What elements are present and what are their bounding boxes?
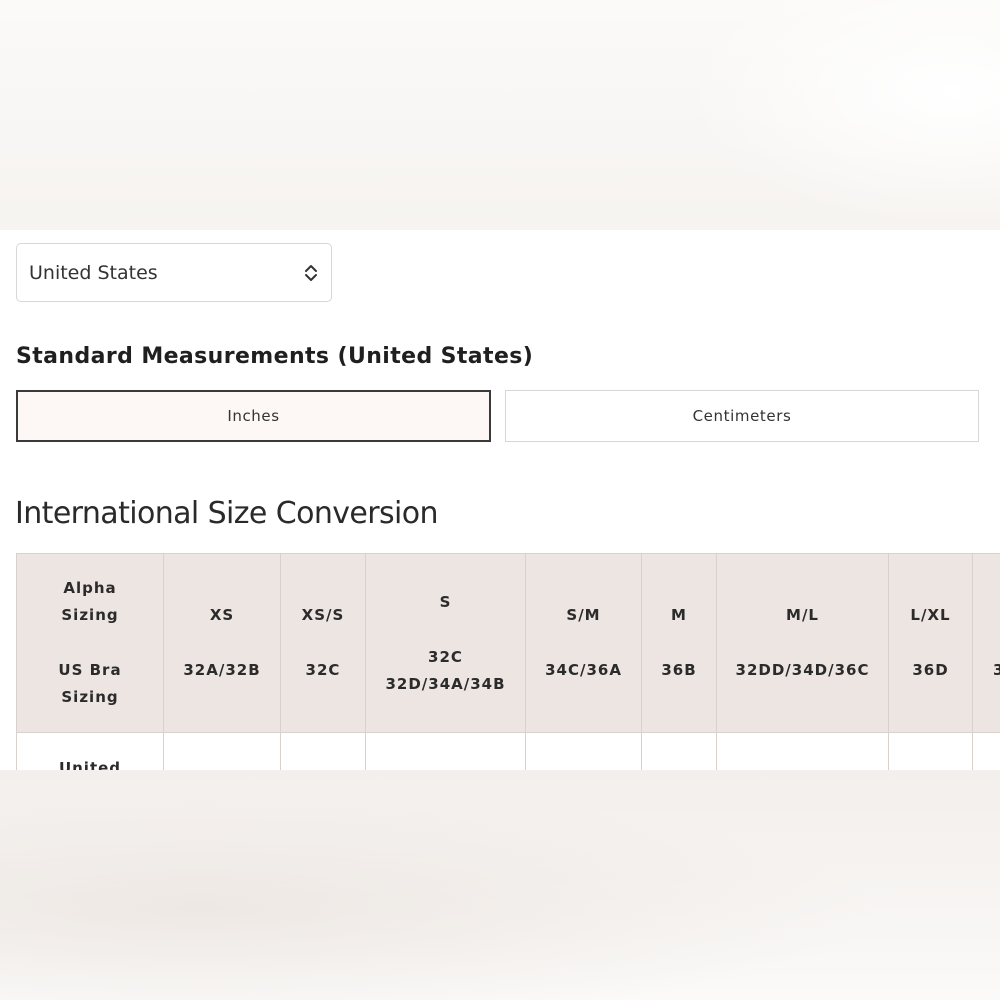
size-conversion-heading: International Size Conversion bbox=[15, 496, 439, 531]
blurred-top-background bbox=[0, 0, 1000, 230]
size-column-header: XS/S 32C bbox=[280, 553, 366, 733]
size-column-header: S 32C 32D/34A/34B bbox=[365, 553, 526, 733]
bra-size-line2: 32D/34A/34B bbox=[385, 674, 506, 693]
row-label: United bbox=[58, 759, 122, 770]
alpha-sizing-label: Alpha bbox=[63, 579, 117, 597]
size-conversion-table-container[interactable]: Alpha Sizing US Bra Sizing XS 32A/32B XS… bbox=[16, 553, 1000, 770]
chevron-up-down-icon bbox=[305, 264, 317, 281]
alpha-size: XS bbox=[209, 606, 235, 624]
bra-size: 32A/32B bbox=[183, 661, 261, 679]
alpha-size bbox=[993, 602, 999, 629]
unit-toggle-inches[interactable]: Inches bbox=[16, 390, 491, 442]
country-select[interactable]: United States bbox=[16, 243, 332, 302]
blurred-bottom-background bbox=[0, 770, 1000, 1000]
table-cell bbox=[365, 732, 526, 770]
size-column-header: S/M 34C/36A bbox=[525, 553, 642, 733]
table-cell bbox=[641, 732, 717, 770]
alpha-size: S/M bbox=[566, 606, 601, 624]
size-column-header: 3 bbox=[972, 553, 1000, 733]
alpha-sizing-label-line2: Sizing bbox=[61, 606, 119, 624]
bra-size: 34C/36A bbox=[545, 661, 622, 679]
size-conversion-table: Alpha Sizing US Bra Sizing XS 32A/32B XS… bbox=[16, 553, 1000, 770]
table-cell bbox=[280, 732, 366, 770]
alpha-size: M bbox=[671, 606, 687, 624]
unit-toggle-centimeters[interactable]: Centimeters bbox=[505, 390, 979, 442]
bra-size: 32C bbox=[305, 661, 341, 679]
bra-size: 32C bbox=[428, 647, 463, 666]
size-column-header: L/XL 36D bbox=[888, 553, 973, 733]
table-cell bbox=[163, 732, 281, 770]
us-bra-sizing-label-line2: Sizing bbox=[61, 688, 119, 706]
bra-size: 3 bbox=[993, 661, 1000, 679]
size-column-header: XS 32A/32B bbox=[163, 553, 281, 733]
standard-measurements-heading: Standard Measurements (United States) bbox=[16, 344, 534, 369]
table-header-row: Alpha Sizing US Bra Sizing XS 32A/32B XS… bbox=[16, 553, 1000, 733]
bra-size: 36D bbox=[912, 661, 949, 679]
size-column-header: M 36B bbox=[641, 553, 717, 733]
table-cell bbox=[525, 732, 642, 770]
bra-size: 36B bbox=[661, 661, 697, 679]
country-select-value: United States bbox=[29, 261, 158, 284]
row-label-header: Alpha Sizing US Bra Sizing bbox=[16, 553, 164, 733]
alpha-size: XS/S bbox=[301, 606, 345, 624]
alpha-size: S bbox=[439, 592, 452, 611]
bra-size: 32DD/34D/36C bbox=[735, 661, 870, 679]
table-cell bbox=[716, 732, 889, 770]
size-guide-page: United States Standard Measurements (Uni… bbox=[0, 0, 1000, 1000]
size-column-header: M/L 32DD/34D/36C bbox=[716, 553, 889, 733]
row-label-cell: United bbox=[16, 732, 164, 770]
alpha-size: M/L bbox=[786, 606, 819, 624]
table-cell bbox=[888, 732, 973, 770]
table-cell bbox=[972, 732, 1000, 770]
table-row: United bbox=[16, 732, 1000, 770]
alpha-size: L/XL bbox=[910, 606, 951, 624]
us-bra-sizing-label: US Bra bbox=[58, 661, 122, 679]
